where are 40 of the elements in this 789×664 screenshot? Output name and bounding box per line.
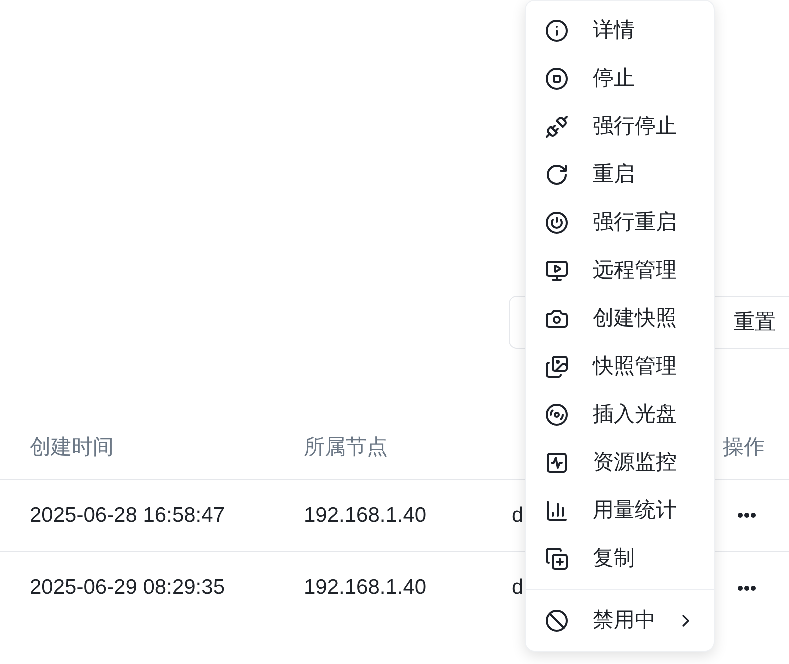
- info-icon: [545, 19, 569, 43]
- menu-item[interactable]: 强行停止: [526, 103, 714, 151]
- power-icon: [545, 211, 569, 235]
- table-cell-text: 192.168.1.40: [304, 502, 427, 529]
- ban-icon: [545, 609, 569, 633]
- plug-icon: [545, 115, 569, 139]
- menu-item[interactable]: 快照管理: [526, 343, 714, 391]
- stop-circle-icon: [545, 67, 569, 91]
- refresh-icon: [545, 163, 569, 187]
- menu-item[interactable]: 重启: [526, 151, 714, 199]
- menu-item[interactable]: 强行重启: [526, 199, 714, 247]
- menu-item[interactable]: 用量统计: [526, 487, 714, 535]
- camera-icon: [545, 307, 569, 331]
- menu-item[interactable]: 插入光盘: [526, 391, 714, 439]
- ellipsis-icon: [738, 513, 756, 518]
- table-cell-text: 2025-06-28 16:58:47: [30, 502, 225, 529]
- menu-item[interactable]: 资源监控: [526, 439, 714, 487]
- more-button[interactable]: [738, 586, 756, 590]
- copy-plus-icon: [545, 547, 569, 571]
- table-cell-text: d: [512, 575, 524, 602]
- table-cell-text: d: [512, 502, 524, 529]
- menu-item[interactable]: 复制: [526, 535, 714, 583]
- images-icon: [545, 355, 569, 379]
- disc-icon: [545, 403, 569, 427]
- reset-button[interactable]: 重置: [726, 302, 784, 342]
- menu-item[interactable]: 禁用中: [526, 597, 714, 645]
- menu-item[interactable]: 停止: [526, 55, 714, 103]
- activity-icon: [545, 451, 569, 475]
- table-cell-text: 192.168.1.40: [304, 575, 427, 602]
- menu-item[interactable]: 远程管理: [526, 247, 714, 295]
- column-header: 所属节点: [304, 434, 388, 461]
- menu-item[interactable]: 详情: [526, 7, 714, 55]
- table-cell-text: 2025-06-29 08:29:35: [30, 575, 225, 602]
- more-button[interactable]: [738, 513, 756, 518]
- bar-chart-icon: [545, 499, 569, 523]
- column-header: 创建时间: [30, 434, 114, 461]
- menu-item[interactable]: 创建快照: [526, 295, 714, 343]
- column-header: 操作: [723, 434, 765, 461]
- monitor-play-icon: [545, 259, 569, 283]
- ellipsis-icon: [738, 586, 756, 590]
